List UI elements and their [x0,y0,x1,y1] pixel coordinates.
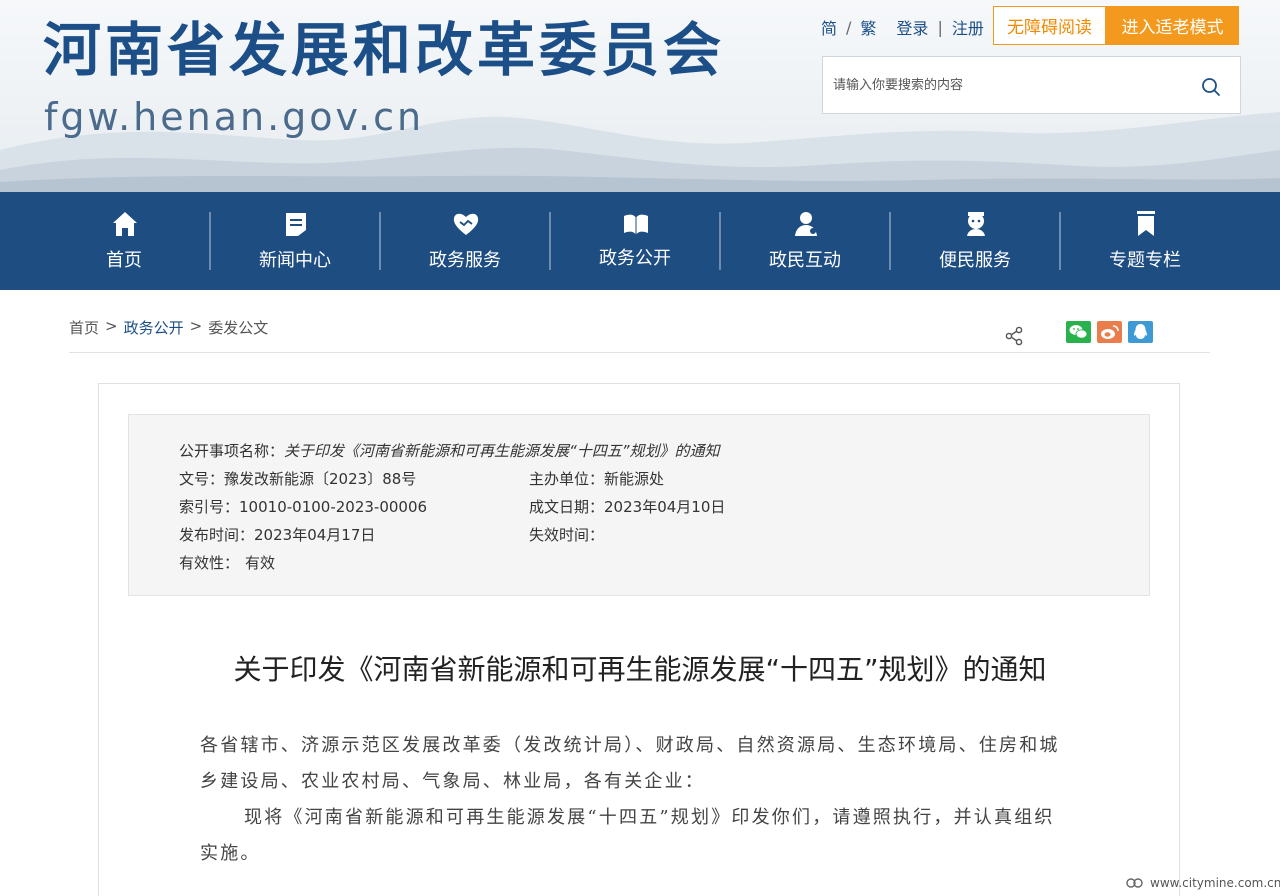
article-title: 关于印发《河南省新能源和可再生能源发展“十四五”规划》的通知 [233,653,1047,686]
info-label: 公开事项名称： [179,442,285,460]
handshake-heart-icon [453,213,479,235]
article-paragraph: 现将《河南省新能源和可再生能源发展“十四五”规划》印发你们，请遵照执行，并认真组… [200,807,1055,864]
info-label: 成文日期： [529,498,605,516]
breadcrumb-gov-open[interactable]: 政务公开 [124,317,184,338]
bookmark-icon [1137,211,1155,236]
nav-label: 政务公开 [599,248,671,269]
info-label: 失效时间： [529,526,605,544]
people-interaction-icon [795,212,817,236]
info-label: 文号： [179,470,225,488]
service-person-icon [967,212,985,236]
register-link[interactable]: 注册 [952,15,984,39]
info-value: 10010-0100-2023-00006 [239,498,428,516]
search-box [822,56,1241,114]
wechat-share-button[interactable] [1066,321,1091,343]
info-created-date: 成文日期：2023年04月10日 [529,496,725,517]
breadcrumb-divider [69,352,1210,353]
open-book-icon [624,214,648,234]
watermark: www.citymine.com.cn [1126,876,1280,890]
info-label: 有效性： [179,554,240,572]
info-label: 主办单位： [529,470,605,488]
nav-label: 政务服务 [429,250,501,271]
search-icon[interactable] [1200,76,1222,98]
info-value: 有效 [245,554,276,572]
site-header: 河南省发展和改革委员会 fgw.henan.gov.cn 简 / 繁 登录 | … [0,0,1280,192]
info-value: 2023年04月10日 [604,498,726,516]
info-index: 索引号：10010-0100-2023-00006 [179,496,427,517]
nav-label: 政民互动 [769,250,841,271]
nav-item-topics[interactable]: 专题专栏 [1060,192,1230,290]
weibo-icon [1101,325,1119,339]
info-label: 索引号： [179,498,240,516]
lang-separator: / [846,17,852,37]
info-doc-no: 文号：豫发改新能源〔2023〕88号 [179,468,416,489]
nav-item-home[interactable]: 首页 [39,192,209,290]
elder-mode-button[interactable]: 进入适老模式 [1106,6,1239,45]
auth-separator: | [937,17,943,37]
breadcrumb-separator: > [189,317,203,335]
wechat-icon [1069,325,1088,339]
nav-label: 新闻中心 [259,250,331,271]
info-value: 关于印发《河南省新能源和可再生能源发展“十四五”规划》的通知 [284,442,720,460]
watermark-text: www.citymine.com.cn [1150,876,1280,890]
info-published-date: 发布时间：2023年04月17日 [179,524,375,545]
login-link[interactable]: 登录 [896,15,928,39]
nav-item-interaction[interactable]: 政民互动 [720,192,890,290]
lang-simplified-link[interactable]: 简 [821,15,837,39]
search-input[interactable] [833,71,1173,99]
top-links: 简 / 繁 登录 | 注册 [821,15,984,39]
watermark-logo-icon [1126,878,1143,888]
news-icon [286,213,306,236]
home-icon [113,212,137,236]
info-org: 主办单位：新能源处 [529,468,664,489]
share-icon[interactable] [1004,326,1024,346]
article-paragraph: 各省辖市、济源示范区发展改革委（发改统计局）、财政局、自然资源局、生态环境局、住… [200,735,1060,792]
nav-item-news[interactable]: 新闻中心 [210,192,380,290]
accessible-reading-button[interactable]: 无障碍阅读 [993,6,1106,45]
info-value: 豫发改新能源〔2023〕88号 [224,470,417,488]
info-value: 新能源处 [604,470,665,488]
weibo-share-button[interactable] [1097,321,1122,343]
nav-label: 首页 [106,250,142,271]
nav-label: 便民服务 [939,250,1011,271]
info-label: 发布时间： [179,526,255,544]
info-expire-date: 失效时间： [529,524,604,545]
breadcrumb-home[interactable]: 首页 [69,317,99,338]
main-nav: 首页 新闻中心 政务服务 政务公开 政民互动 便民服务 专题专栏 [0,192,1280,290]
nav-label: 专题专栏 [1109,250,1181,271]
site-domain: fgw.henan.gov.cn [44,95,425,139]
nav-item-gov-open[interactable]: 政务公开 [550,192,720,290]
qq-share-button[interactable] [1128,321,1153,343]
info-validity: 有效性： 有效 [179,552,275,573]
breadcrumb-separator: > [105,317,118,335]
nav-item-convenience[interactable]: 便民服务 [890,192,1060,290]
qq-icon [1134,324,1147,339]
nav-item-gov-service[interactable]: 政务服务 [380,192,550,290]
breadcrumb-current: 委发公文 [208,319,269,337]
lang-traditional-link[interactable]: 繁 [860,15,876,39]
info-item-name: 公开事项名称：关于印发《河南省新能源和可再生能源发展“十四五”规划》的通知 [179,440,720,461]
info-value: 2023年04月17日 [254,526,376,544]
breadcrumb: 首页 > 政务公开 > 委发公文 [69,317,268,338]
site-title: 河南省发展和改革委员会 [43,16,726,84]
